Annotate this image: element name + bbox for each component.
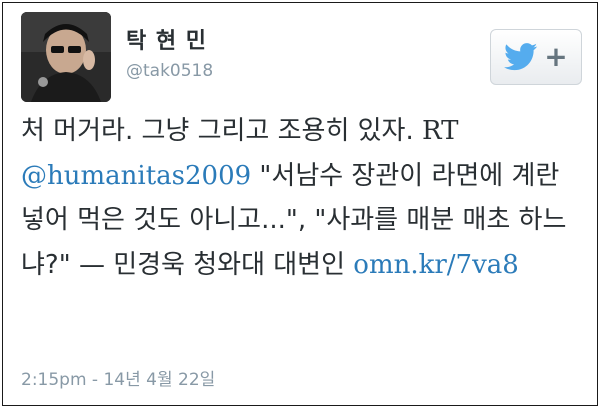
timestamp[interactable]: 2:15pm - 14년 4월 22일 (21, 365, 215, 390)
mention-link[interactable]: @humanitas2009 (21, 161, 251, 191)
display-name[interactable]: 탁 현 민 (126, 23, 207, 55)
twitter-bird-icon (504, 43, 538, 71)
tweet-card: 탁 현 민 @tak0518 + 처 머거라. 그냥 그리고 조용히 있자. R… (2, 2, 598, 406)
tweet-text-segment: 처 머거라. 그냥 그리고 조용히 있자. (21, 116, 422, 146)
avatar-image (21, 12, 111, 102)
url-link[interactable]: omn.kr/7va8 (353, 250, 519, 280)
user-handle[interactable]: @tak0518 (126, 61, 213, 81)
avatar[interactable] (21, 12, 111, 102)
tweet-text: 처 머거라. 그냥 그리고 조용히 있자. RT @humanitas2009 … (21, 109, 587, 287)
plus-icon: + (544, 40, 568, 73)
retweet-marker: RT (422, 116, 459, 146)
follow-button[interactable]: + (490, 29, 582, 85)
